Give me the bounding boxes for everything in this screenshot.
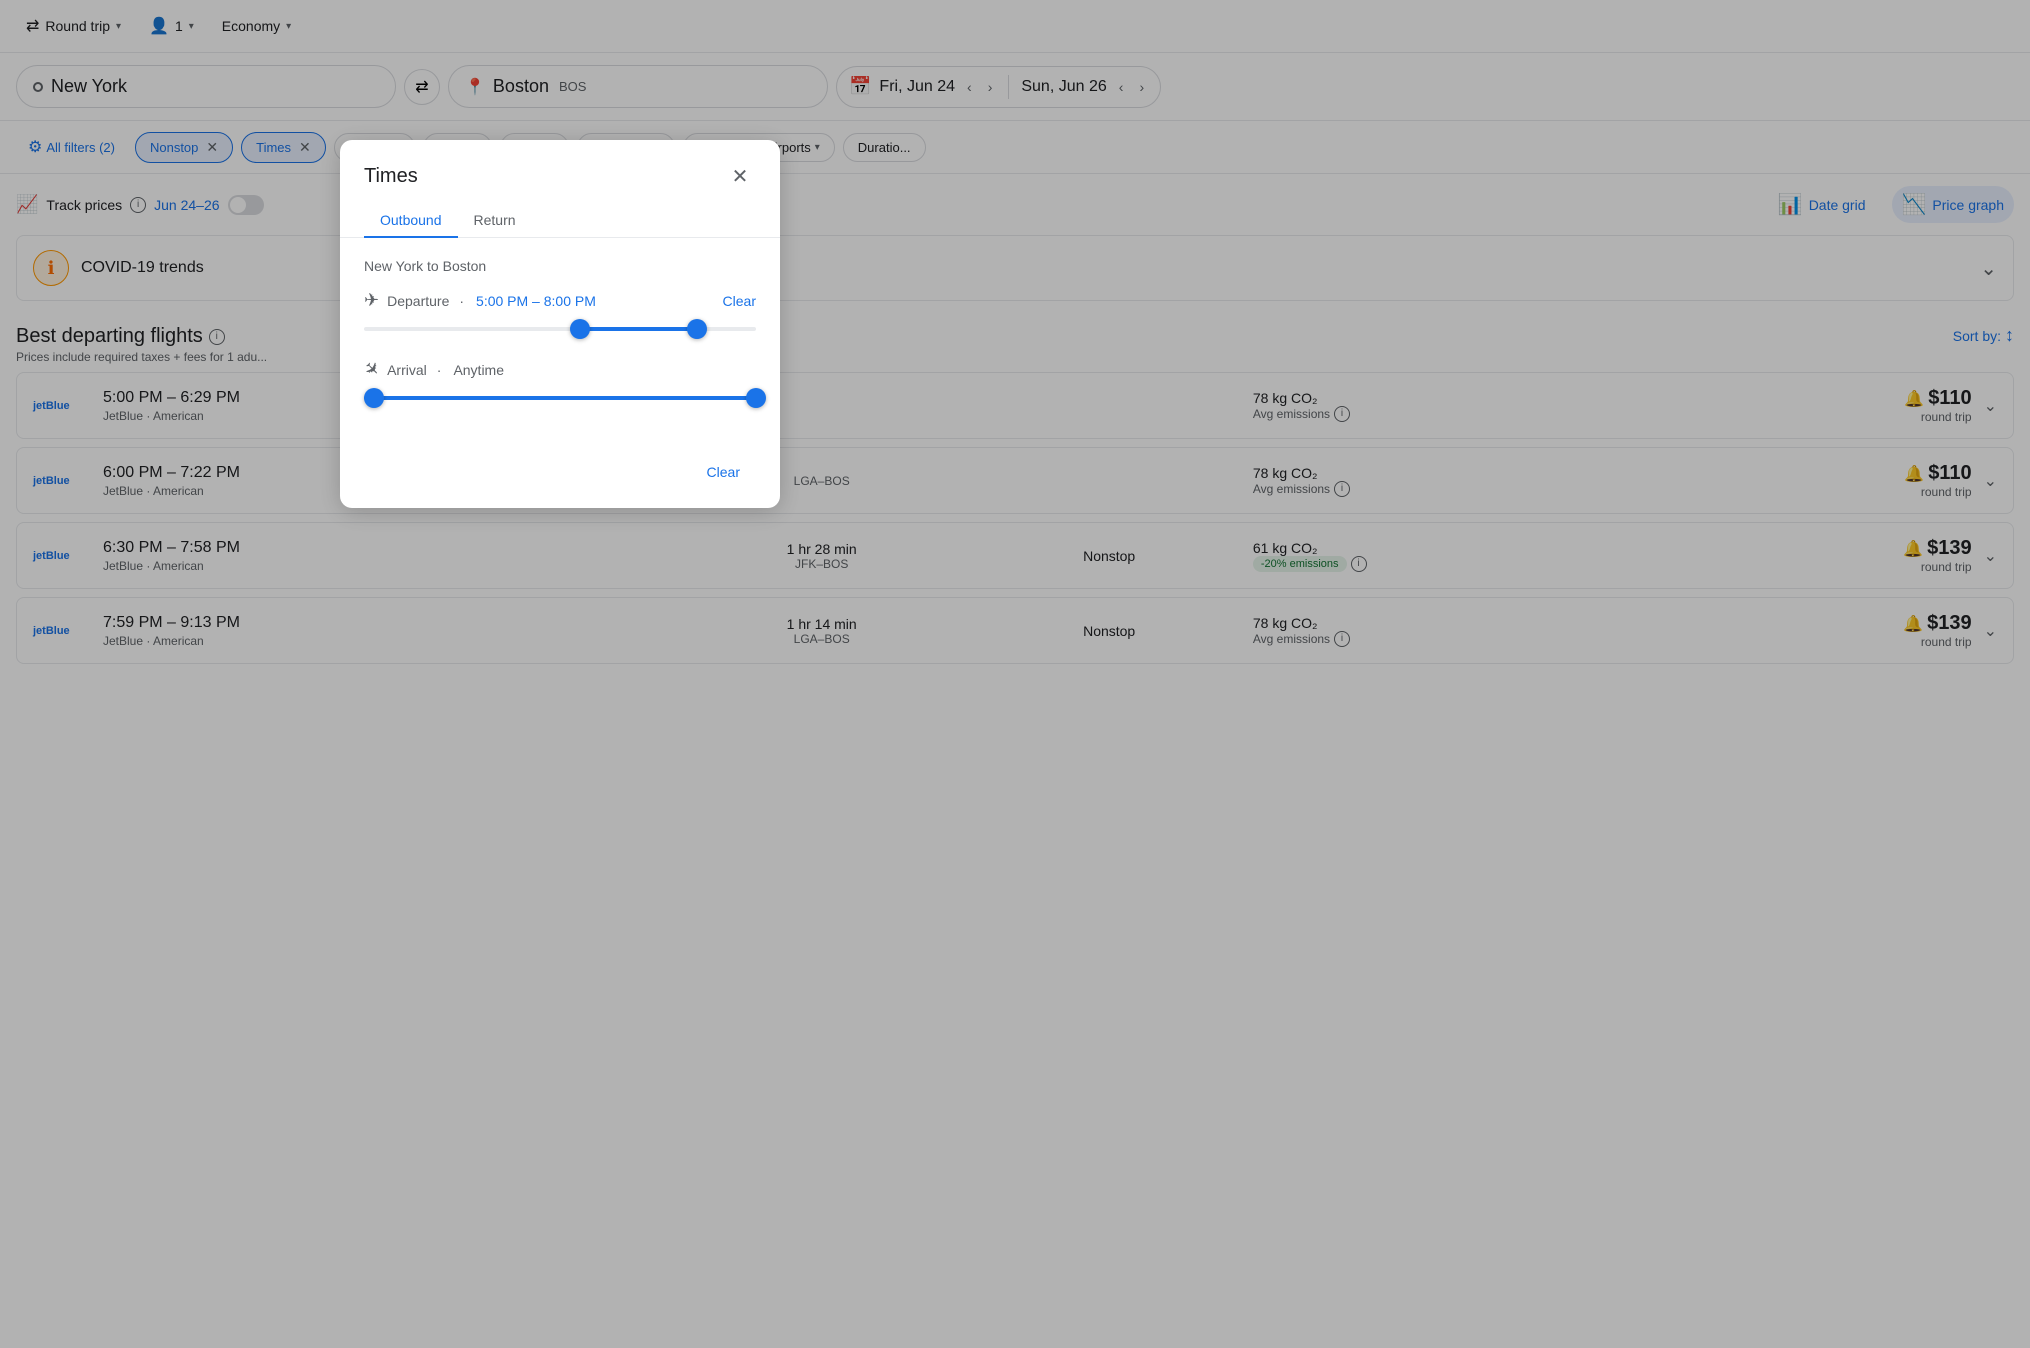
arrival-time: Anytime <box>453 362 504 378</box>
modal-body: New York to Boston ✈ Departure · 5:00 PM… <box>340 238 780 448</box>
modal-close-button[interactable]: ✕ <box>724 160 756 192</box>
slider-fill <box>580 327 698 331</box>
modal-footer: Clear <box>340 448 780 508</box>
departure-slider[interactable] <box>364 319 756 339</box>
arrival-plane-icon: ✈ <box>359 357 385 383</box>
arrival-slider[interactable] <box>364 388 756 408</box>
arrival-label: Arrival <box>387 362 427 378</box>
slider-thumb-left[interactable] <box>364 388 384 408</box>
modal-header: Times ✕ <box>340 140 780 192</box>
arrival-slider-section: ✈ Arrival · Anytime <box>364 359 756 408</box>
route-label: New York to Boston <box>364 258 756 274</box>
slider-track <box>364 396 756 400</box>
slider-thumb-right[interactable] <box>687 319 707 339</box>
modal-title: Times <box>364 165 418 188</box>
departure-slider-section: ✈ Departure · 5:00 PM – 8:00 PM Clear <box>364 290 756 339</box>
slider-thumb-right[interactable] <box>746 388 766 408</box>
slider-header: ✈ Departure · 5:00 PM – 8:00 PM Clear <box>364 290 756 311</box>
slider-track <box>364 327 756 331</box>
times-modal: Times ✕ Outbound Return New York to Bost… <box>340 140 780 508</box>
departure-plane-icon: ✈ <box>364 290 379 311</box>
tab-outbound[interactable]: Outbound <box>364 204 458 238</box>
modal-clear-button[interactable]: Clear <box>691 456 756 488</box>
tab-return[interactable]: Return <box>458 204 532 238</box>
departure-label: Departure <box>387 293 449 309</box>
clear-departure-button[interactable]: Clear <box>723 293 756 309</box>
modal-tabs: Outbound Return <box>340 192 780 238</box>
slider-thumb-left[interactable] <box>570 319 590 339</box>
slider-fill <box>364 396 756 400</box>
slider-header: ✈ Arrival · Anytime <box>364 359 756 380</box>
modal-overlay[interactable]: Times ✕ Outbound Return New York to Bost… <box>0 0 2030 1348</box>
departure-time: 5:00 PM – 8:00 PM <box>476 293 596 309</box>
